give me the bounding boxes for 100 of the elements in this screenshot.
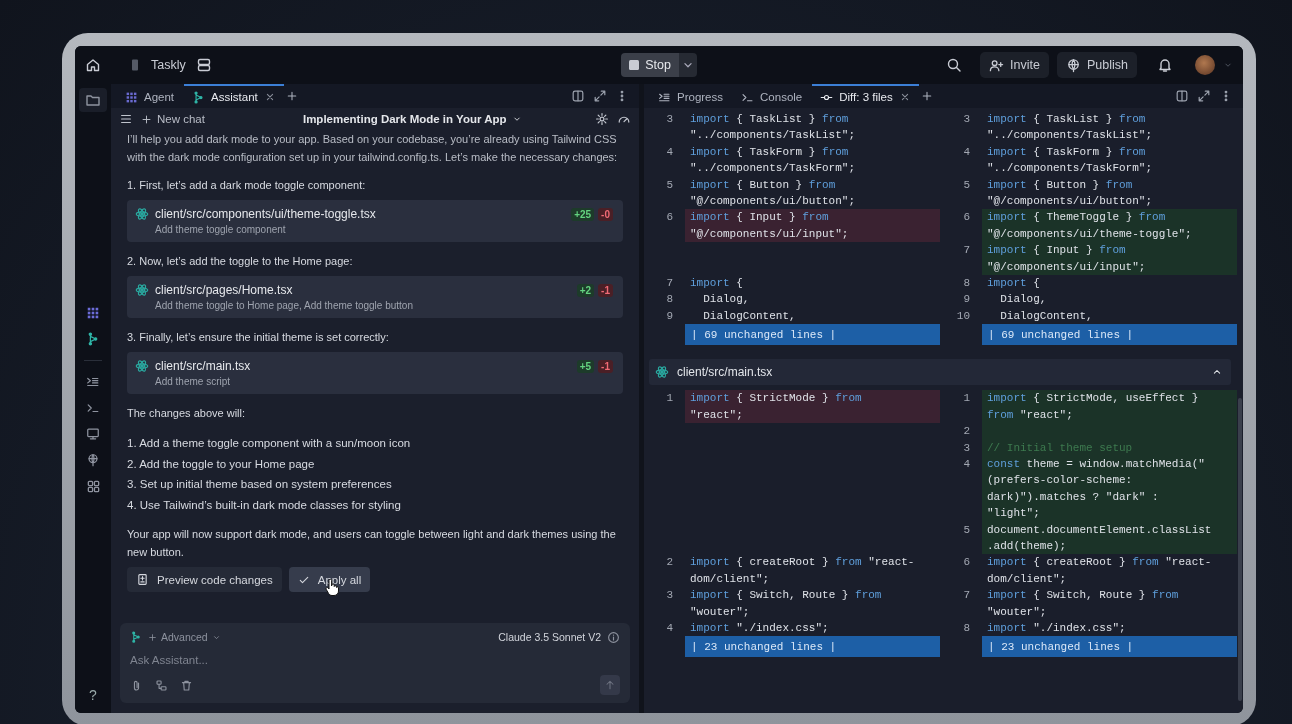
menu-icon[interactable] <box>119 112 133 126</box>
invite-button[interactable]: Invite <box>980 52 1049 78</box>
list-item: 2. Add the toggle to your Home page <box>127 456 316 472</box>
additions-count: +2 <box>576 283 595 297</box>
plus-icon[interactable] <box>920 90 933 102</box>
line-number: 5 <box>665 177 674 193</box>
split-view-icon[interactable] <box>1175 89 1189 103</box>
stop-button[interactable]: Stop <box>621 53 679 77</box>
context-icon[interactable] <box>155 678 168 692</box>
change-summary: Add theme toggle to Home page, Add theme toggle button <box>155 299 414 313</box>
avatar[interactable] <box>1195 55 1215 75</box>
code-cell-text: import { Button } from "@/components/ui/button"; <box>689 177 857 210</box>
atom-icon <box>135 207 149 221</box>
model-name: Claude 3.5 Sonnet V2 <box>498 631 601 643</box>
line-number: 8 <box>962 620 971 636</box>
file-path: client/src/main.tsx <box>677 365 773 380</box>
code-cell-text: import { createRoot } from "react- dom/client"; <box>689 555 916 587</box>
file-header[interactable]: client/src/main.tsx <box>649 359 1231 386</box>
stop-icon <box>629 60 640 70</box>
code-cell-text: import { Switch, Route } from "wouter"; <box>689 588 883 620</box>
monitor-icon[interactable] <box>86 426 100 441</box>
line-number: 7 <box>962 243 971 259</box>
split-view-icon[interactable] <box>571 89 585 103</box>
code-cell: import { StrictMode, useEffect } from "react"; <box>982 390 1237 424</box>
tab[interactable]: Diff: 3 files <box>812 84 919 108</box>
file-path: client/src/pages/Home.tsx <box>155 282 294 299</box>
code-cell: const theme = window.matchMedia(" (prefers-color-scheme: dark)").matches ? "dark" : "light"; <box>982 455 1237 522</box>
file-path: client/src/main.tsx <box>155 358 252 375</box>
line-number: 6 <box>962 555 971 571</box>
plus-icon <box>148 632 157 642</box>
code-cell-text: import "./index.css"; <box>689 620 830 636</box>
line-number: 4 <box>962 144 971 160</box>
expand-icon[interactable] <box>593 89 607 103</box>
code-cell-text: DialogContent, <box>702 308 797 324</box>
additions-count: +25 <box>571 207 595 221</box>
code-cell: import { Input } from "@/components/ui/input"; <box>685 209 940 243</box>
line-number: 3 <box>665 112 674 127</box>
message-text: 1. First, let’s add a dark mode toggle component: <box>127 178 367 193</box>
publish-button[interactable]: Publish <box>1057 52 1137 78</box>
bell-icon[interactable] <box>1157 57 1173 73</box>
tab[interactable]: Agent <box>117 84 183 108</box>
unchanged-lines-button[interactable]: | 23 unchanged lines | <box>685 636 940 658</box>
message-text: 2. Now, let’s add the toggle to the Home page: <box>127 254 354 269</box>
code-cell: import { StrictMode } from "react"; <box>685 390 940 424</box>
line-number: 5 <box>962 177 971 193</box>
tab[interactable]: Assistant <box>184 84 284 108</box>
plus-icon[interactable] <box>285 90 298 102</box>
scrollbar-thumb[interactable] <box>1238 398 1242 701</box>
code-cell-text: import { Switch, Route } from "wouter"; <box>986 588 1180 620</box>
file-path: client/src/components/ui/theme-toggle.tsx <box>155 206 377 223</box>
message-text: The changes above will: <box>127 406 246 421</box>
settings-icon[interactable] <box>595 112 609 126</box>
expand-icon[interactable] <box>1197 89 1211 103</box>
assistant-icon <box>192 90 206 104</box>
apps-icon[interactable] <box>85 478 101 494</box>
change-summary: Add theme script <box>155 375 232 389</box>
home-icon[interactable] <box>85 57 101 73</box>
tab[interactable]: Progress <box>650 84 732 108</box>
preview-button[interactable]: Preview code changes <box>127 567 282 592</box>
chat-title-dropdown[interactable]: Implementing Dark Mode in Your App <box>302 113 522 125</box>
code-cell: import { Input } from "@/components/ui/input"; <box>982 242 1237 276</box>
chevron-down-icon <box>511 114 522 124</box>
unchanged-lines-button[interactable]: | 69 unchanged lines | <box>982 324 1237 346</box>
help-button[interactable]: ? <box>89 687 97 703</box>
assistant-icon[interactable] <box>86 331 100 346</box>
new-chat-button[interactable]: New chat <box>141 113 205 125</box>
code-cell: document.documentElement.classList .add(theme); <box>982 521 1237 555</box>
file-diff-icon <box>136 573 149 586</box>
grid-icon[interactable] <box>86 305 100 320</box>
unchanged-lines-button[interactable]: | 69 unchanged lines | <box>685 324 940 346</box>
file-card[interactable]: client/src/pages/Home.tsx +2 -1 Add theme toggle to Home page, Add theme toggle button <box>127 276 623 318</box>
code-cell-text: import { createRoot } from "react- dom/client"; <box>986 555 1213 587</box>
line-number: 3 <box>962 112 971 127</box>
info-icon[interactable] <box>607 630 620 644</box>
line-number: 9 <box>962 292 971 308</box>
file-card[interactable]: client/src/main.tsx +5 -1 Add theme script <box>127 352 623 394</box>
folder-icon[interactable] <box>85 92 101 108</box>
tab[interactable]: Console <box>733 84 811 108</box>
line-number: 1 <box>962 391 971 407</box>
message-composer[interactable]: Advanced Claude 3.5 Sonnet V2 Ask Assistant... <box>120 623 630 703</box>
line-number: 1 <box>665 391 674 407</box>
search-icon[interactable] <box>946 57 963 73</box>
line-number: 3 <box>665 588 674 604</box>
code-cell-text: import { TaskList } from "../components/TaskList"; <box>689 112 857 144</box>
line-number: 7 <box>962 588 971 604</box>
line-number: 4 <box>665 144 674 160</box>
globe-icon[interactable] <box>86 452 100 467</box>
line-number: 10 <box>955 308 971 324</box>
trash-icon[interactable] <box>180 678 193 692</box>
grid-icon <box>125 90 138 104</box>
additions-count: +5 <box>576 359 595 373</box>
server-icon[interactable] <box>195 57 212 73</box>
line-number: 6 <box>665 210 674 226</box>
mode-dropdown[interactable]: Advanced <box>148 631 221 643</box>
message-text: Your app will now support dark mode, and users can toggle between light and dark themes using the new button. <box>127 527 617 560</box>
code-cell-text: import { <box>986 276 1041 292</box>
code-cell-text: import { TaskForm } from "../components/TaskForm"; <box>986 144 1154 177</box>
file-card[interactable]: client/src/components/ui/theme-toggle.tsx +25 -0 Add theme toggle component <box>127 200 623 242</box>
message-text: 3. Finally, let’s ensure the initial theme is set correctly: <box>127 330 390 345</box>
unchanged-lines-button[interactable]: | 23 unchanged lines | <box>982 636 1237 658</box>
